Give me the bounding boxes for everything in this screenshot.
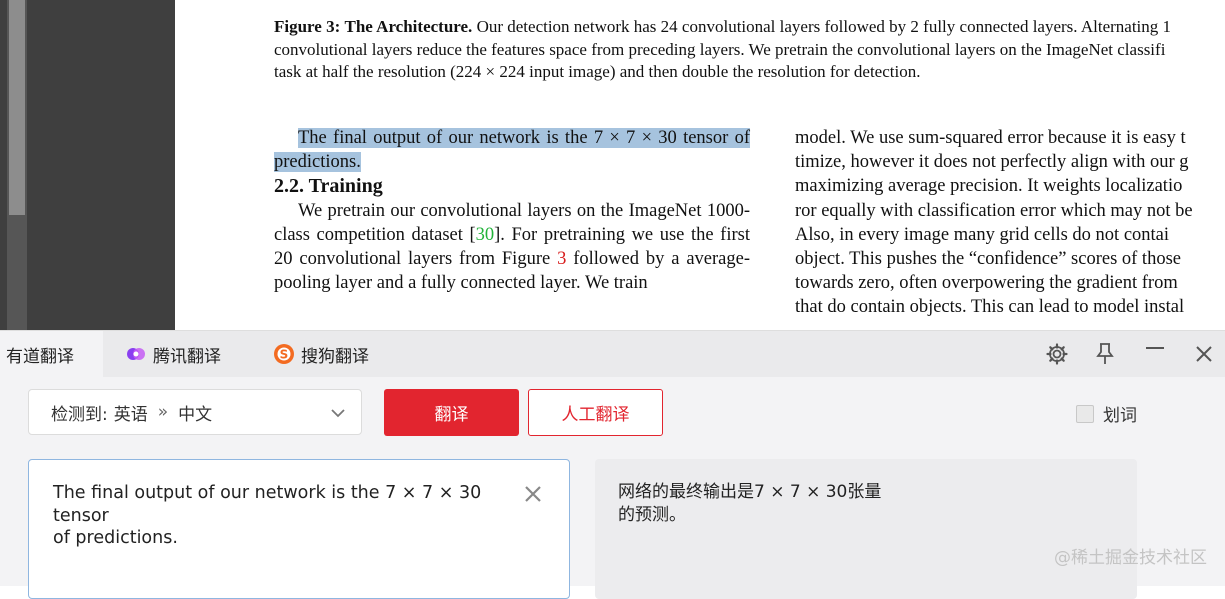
translator-tabbar: 有道翻译 腾讯翻译 S 搜狗翻译 bbox=[0, 331, 1225, 377]
settings-gear-icon[interactable] bbox=[1044, 341, 1070, 367]
source-language: 英语 bbox=[113, 404, 148, 425]
source-text-input[interactable]: The final output of our network is the 7… bbox=[28, 459, 570, 599]
language-selector[interactable]: 检测到: 英语 » 中文 bbox=[28, 389, 362, 435]
tab-label: 腾讯翻译 bbox=[153, 346, 221, 367]
right-line: model. We use sum-squared error because … bbox=[795, 128, 1186, 148]
pdf-page: Figure 3: The Architecture. Our detectio… bbox=[175, 0, 1225, 330]
word-pick-checkbox[interactable] bbox=[1076, 404, 1094, 423]
caption-line1: Our detection network has 24 convolution… bbox=[476, 17, 1172, 36]
word-pick-toggle[interactable]: 划词 bbox=[1076, 401, 1137, 426]
direction-arrow: » bbox=[157, 402, 169, 422]
caption-title: The Architecture. bbox=[344, 17, 473, 36]
close-icon[interactable] bbox=[1191, 341, 1217, 367]
tab-label: 有道翻译 bbox=[6, 346, 74, 367]
training-paragraph: We pretrain our convolutional layers on … bbox=[274, 199, 750, 296]
clear-icon[interactable] bbox=[523, 484, 543, 508]
tencent-logo-icon bbox=[125, 343, 147, 365]
right-line: timize, however it does not perfectly al… bbox=[795, 152, 1189, 173]
section-heading: 2.2. Training bbox=[274, 175, 383, 198]
figure-caption: Figure 3: The Architecture. Our detectio… bbox=[274, 16, 1225, 84]
right-line: object. This pushes the “confidence” sco… bbox=[795, 248, 1181, 269]
translation-output: 网络的最终输出是7 × 7 × 30张量 的预测。 bbox=[595, 459, 1137, 599]
tab-sogou[interactable]: S 搜狗翻译 bbox=[273, 331, 369, 377]
sogou-logo-icon: S bbox=[273, 343, 295, 365]
target-language: 中文 bbox=[178, 404, 213, 425]
pdf-scrollbar-thumb[interactable] bbox=[9, 0, 25, 215]
word-pick-label: 划词 bbox=[1103, 406, 1137, 426]
caption-line3: task at half the resolution (224 × 224 i… bbox=[274, 62, 921, 81]
chevron-down-icon bbox=[329, 404, 347, 427]
citation-link[interactable]: 30 bbox=[476, 225, 495, 245]
right-line: that do contain objects. This can lead t… bbox=[795, 297, 1185, 318]
tab-youdao[interactable]: 有道翻译 bbox=[0, 331, 103, 377]
detected-label: 检测到: bbox=[51, 404, 108, 425]
right-line: Also, in every image many grid cells do … bbox=[795, 224, 1170, 245]
caption-line2: convolutional layers reduce the features… bbox=[274, 39, 1166, 59]
tab-label: 搜狗翻译 bbox=[301, 346, 369, 367]
right-text-column: model. We use sum-squared error because … bbox=[795, 126, 1225, 320]
translate-button[interactable]: 翻译 bbox=[384, 389, 519, 436]
minimize-icon[interactable] bbox=[1142, 335, 1168, 361]
human-translation-button[interactable]: 人工翻译 bbox=[528, 389, 663, 436]
selected-text[interactable]: The final output of our network is the 7… bbox=[274, 128, 750, 173]
tab-tencent[interactable]: 腾讯翻译 bbox=[125, 331, 221, 377]
right-line: ror equally with classification error wh… bbox=[795, 200, 1193, 221]
pin-icon[interactable] bbox=[1092, 341, 1118, 367]
source-text[interactable]: The final output of our network is the 7… bbox=[53, 482, 493, 550]
figure-link[interactable]: 3 bbox=[557, 249, 566, 269]
right-line: maximizing average precision. It weights… bbox=[795, 176, 1183, 197]
result-text: 网络的最终输出是7 × 7 × 30张量 的预测。 bbox=[618, 482, 882, 525]
right-line: towards zero, often overpowering the gra… bbox=[795, 273, 1178, 294]
site-watermark: @稀土掘金技术社区 bbox=[1054, 548, 1207, 568]
svg-text:S: S bbox=[280, 348, 289, 362]
left-text-column: The final output of our network is the 7… bbox=[274, 126, 750, 295]
caption-label: Figure 3: bbox=[274, 17, 341, 36]
translator-panel: 有道翻译 腾讯翻译 S 搜狗翻译 检测到: 英语 » 中文 翻译 人工翻译 划词… bbox=[0, 330, 1225, 599]
